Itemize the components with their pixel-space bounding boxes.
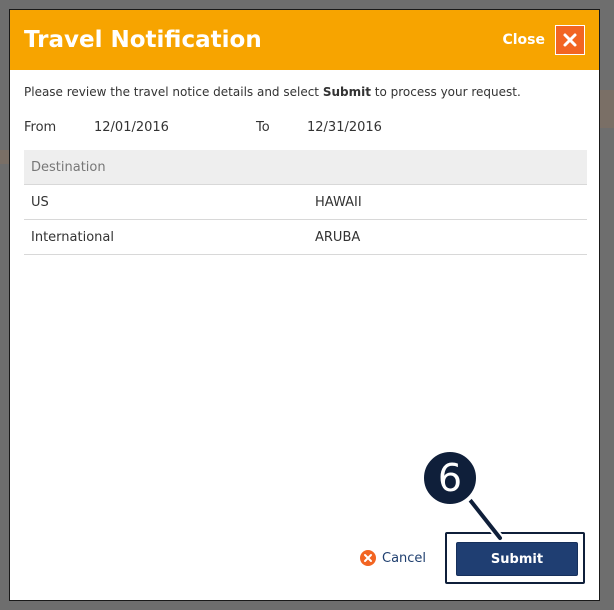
close-icon <box>555 24 585 55</box>
table-row: US HAWAII <box>24 184 587 220</box>
from-label: From <box>24 120 57 135</box>
dialog-header: Travel Notification Close <box>10 10 599 70</box>
instructions-submit-emphasis: Submit <box>322 85 371 99</box>
destination-place: ARUBA <box>308 219 587 255</box>
dialog-instructions: Please review the travel notice details … <box>24 85 521 99</box>
step-number-badge: 6 <box>420 448 480 508</box>
cancel-label: Cancel <box>382 550 427 566</box>
close-label: Close <box>502 31 545 48</box>
from-date: 12/01/2016 <box>94 120 169 135</box>
close-button[interactable]: Close <box>502 24 585 55</box>
destination-region: International <box>24 219 308 255</box>
destination-table: Destination US HAWAII International ARUB… <box>24 150 587 255</box>
destination-header: Destination <box>24 150 587 185</box>
destination-region: US <box>24 184 308 220</box>
background-banner-fragment <box>600 90 614 128</box>
travel-notification-dialog: Travel Notification Close Please review … <box>9 9 600 601</box>
cancel-button[interactable]: Cancel <box>360 550 426 566</box>
background-banner-fragment <box>0 150 9 164</box>
cancel-icon <box>360 550 376 566</box>
table-row: International ARUBA <box>24 219 587 255</box>
dialog-title: Travel Notification <box>24 27 262 53</box>
to-date: 12/31/2016 <box>307 120 382 135</box>
to-label: To <box>256 120 270 135</box>
destination-place: HAWAII <box>308 184 587 220</box>
submit-button[interactable]: Submit <box>456 542 578 576</box>
